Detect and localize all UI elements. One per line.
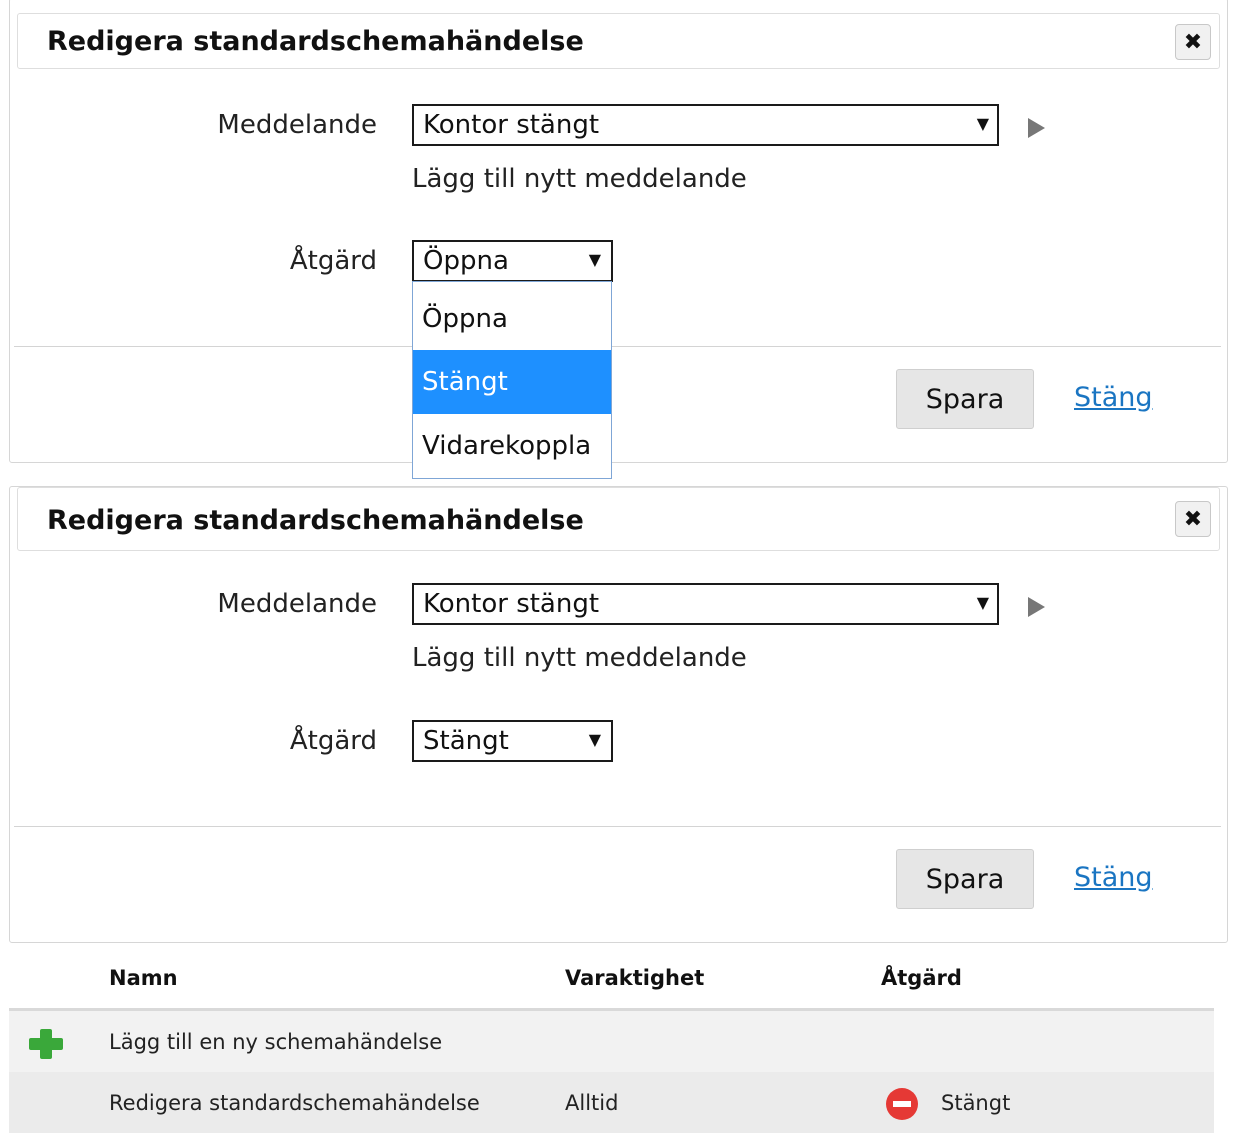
dropdown-option[interactable]: Vidarekoppla (413, 414, 611, 478)
play-arrow-icon[interactable] (1028, 118, 1045, 138)
action-select[interactable]: Öppna ▼ (412, 240, 613, 282)
dialog-divider (14, 826, 1221, 827)
message-select-value: Kontor stängt (423, 110, 600, 140)
row-action: Stängt (941, 1091, 1011, 1115)
action-dropdown-list: Öppna Stängt Vidarekoppla (412, 281, 612, 479)
action-label: Åtgärd (289, 726, 377, 756)
action-label: Åtgärd (289, 246, 377, 276)
add-event-row[interactable]: Lägg till en ny schemahändelse (9, 1011, 1214, 1072)
close-icon[interactable]: ✖ (1175, 501, 1211, 537)
dialog-divider (14, 346, 1221, 347)
plus-icon[interactable] (29, 1029, 63, 1059)
close-icon[interactable]: ✖ (1175, 24, 1211, 60)
close-link[interactable]: Stäng (1074, 862, 1153, 893)
action-select-value: Öppna (423, 246, 509, 276)
table-row[interactable]: Redigera standardschemahändelse Alltid S… (9, 1072, 1214, 1133)
save-button[interactable]: Spara (896, 849, 1034, 909)
message-select[interactable]: Kontor stängt ▼ (412, 104, 999, 146)
dialog-title: Redigera standardschemahändelse (47, 26, 584, 57)
message-select[interactable]: Kontor stängt ▼ (412, 583, 999, 625)
action-select[interactable]: Stängt ▼ (412, 720, 613, 762)
triangle-down-icon: ▼ (588, 250, 601, 269)
edit-dialog-expanded: Redigera standardschemahändelse ✖ (9, 0, 1228, 463)
close-link[interactable]: Stäng (1074, 382, 1153, 413)
row-duration: Alltid (565, 1091, 619, 1115)
save-button[interactable]: Spara (896, 369, 1034, 429)
play-arrow-icon[interactable] (1028, 597, 1045, 617)
dropdown-option[interactable]: Öppna (413, 287, 611, 351)
action-select-value: Stängt (423, 726, 509, 756)
column-header-duration: Varaktighet (565, 966, 705, 990)
dialog-title: Redigera standardschemahändelse (47, 505, 584, 536)
dialog-titlebar: Redigera standardschemahändelse ✖ (17, 13, 1220, 69)
add-message-link[interactable]: Lägg till nytt meddelande (412, 164, 747, 194)
message-label: Meddelande (217, 589, 377, 619)
dropdown-option-highlighted[interactable]: Stängt (413, 350, 611, 414)
row-name[interactable]: Redigera standardschemahändelse (109, 1091, 480, 1115)
column-header-action: Åtgärd (881, 966, 962, 990)
edit-dialog-collapsed: Redigera standardschemahändelse ✖ (9, 486, 1228, 943)
dialog-titlebar: Redigera standardschemahändelse ✖ (17, 487, 1220, 551)
message-select-value: Kontor stängt (423, 589, 600, 619)
stop-icon (886, 1088, 918, 1120)
triangle-down-icon: ▼ (976, 593, 989, 612)
add-event-link[interactable]: Lägg till en ny schemahändelse (109, 1030, 442, 1054)
add-message-link[interactable]: Lägg till nytt meddelande (412, 643, 747, 673)
triangle-down-icon: ▼ (976, 114, 989, 133)
triangle-down-icon: ▼ (588, 730, 601, 749)
message-label: Meddelande (217, 110, 377, 140)
column-header-name: Namn (109, 966, 178, 990)
